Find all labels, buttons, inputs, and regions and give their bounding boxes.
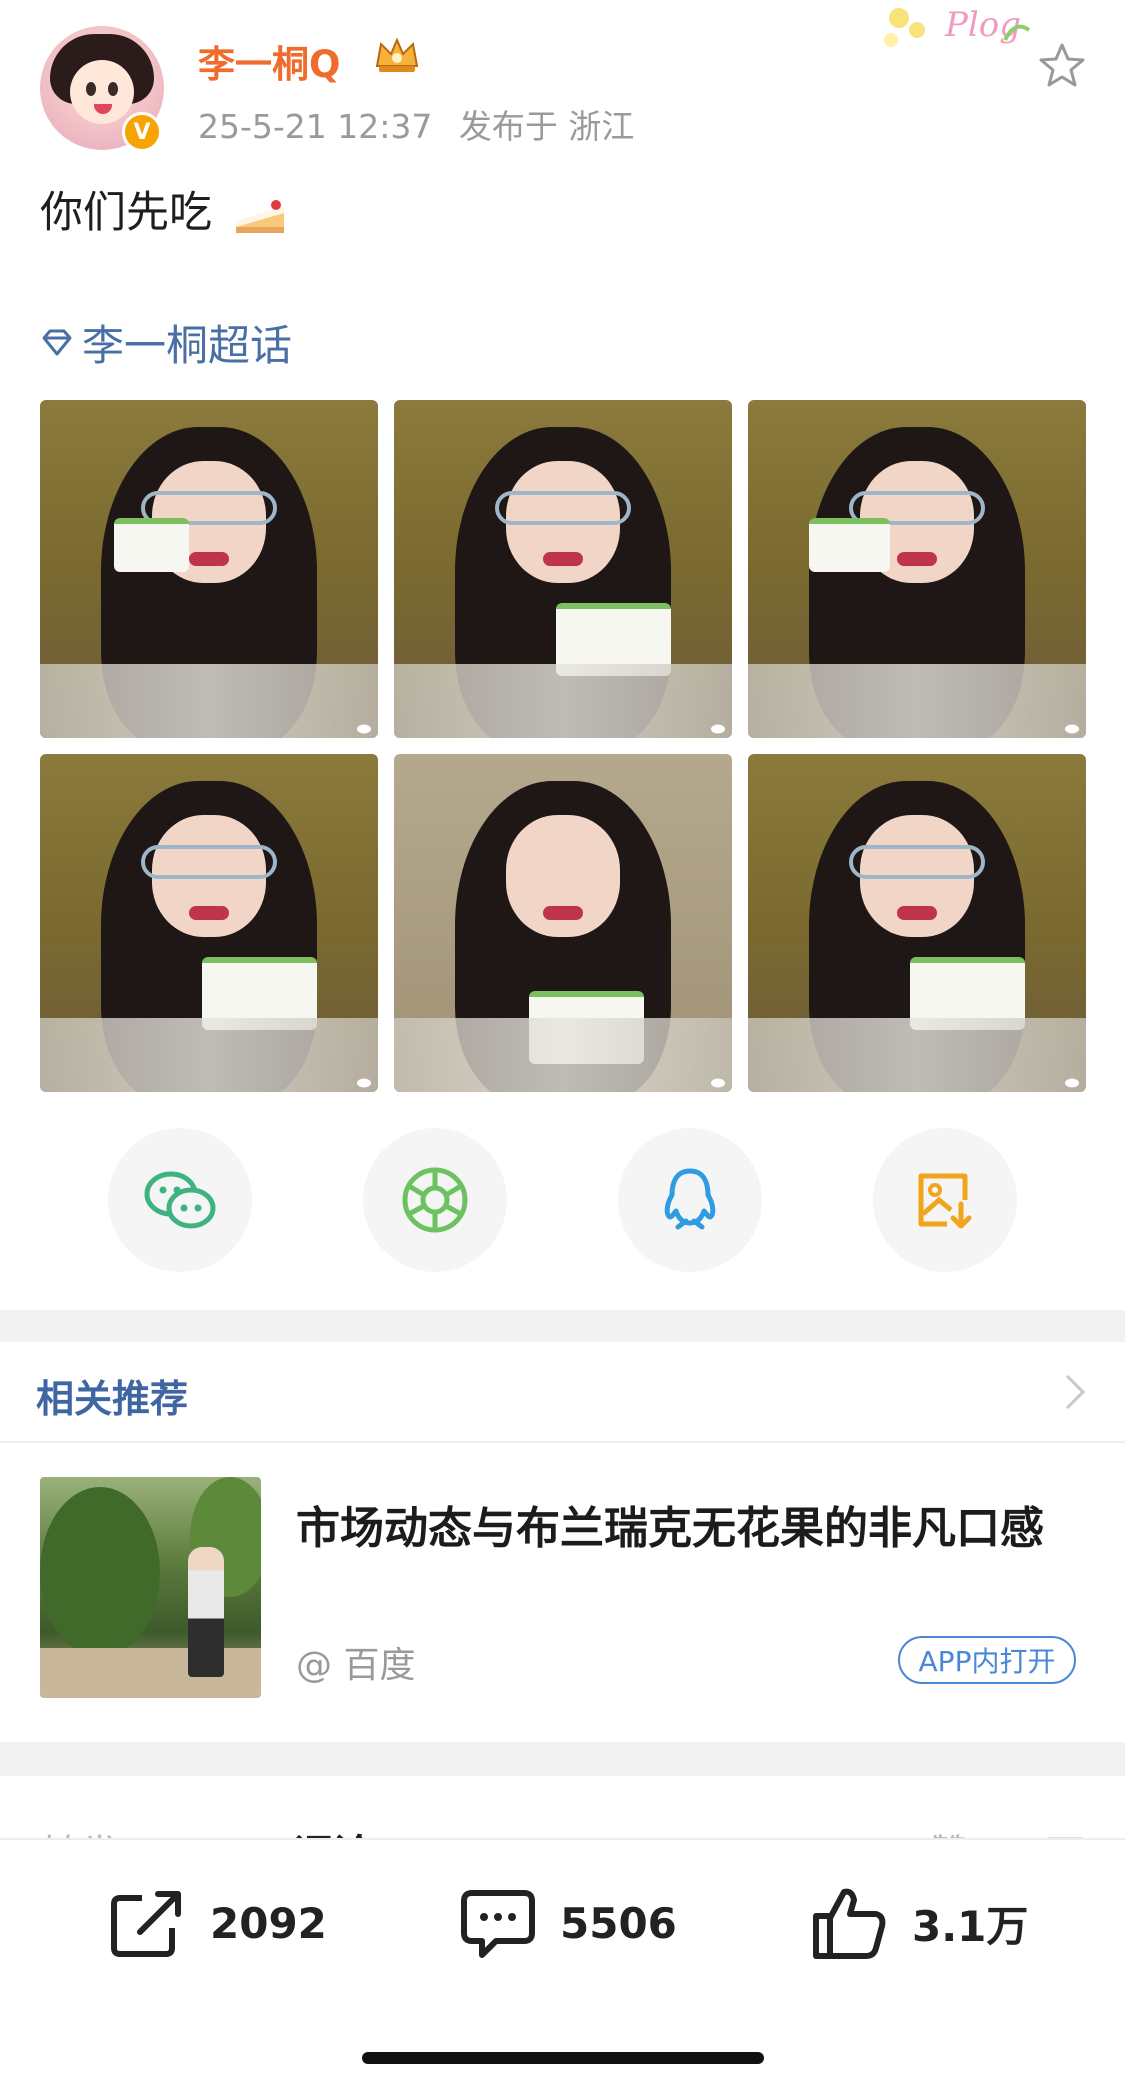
post-timestamp: 25-5-21 12:37 <box>198 107 433 146</box>
related-thumbnail[interactable] <box>40 1477 261 1698</box>
svg-text:Plog: Plog <box>944 5 1021 45</box>
post-location: 发布于 浙江 <box>458 107 635 146</box>
home-indicator[interactable] <box>362 2052 764 2064</box>
save-image-icon <box>918 1173 972 1229</box>
photo-5[interactable] <box>394 754 732 1092</box>
like-count: 3.1万 <box>912 1901 1029 1951</box>
verified-badge-icon: V <box>122 112 162 152</box>
cake-emoji-icon <box>235 199 284 233</box>
comment-count: 5506 <box>560 1898 677 1948</box>
related-title: 相关推荐 <box>36 1377 189 1421</box>
save-image-button[interactable] <box>873 1128 1017 1272</box>
like-button[interactable]: 3.1万 <box>812 1888 1029 1959</box>
watermark-icon <box>711 724 725 734</box>
plog-sticker-icon: Plog <box>884 5 1031 47</box>
open-in-app-button[interactable]: APP内打开 <box>898 1636 1076 1684</box>
username[interactable]: 李一桐Q <box>198 34 340 88</box>
topic-label: 李一桐超话 <box>82 321 293 370</box>
repost-icon <box>111 1891 181 1957</box>
photo-4[interactable] <box>40 754 378 1092</box>
share-qq-button[interactable] <box>618 1128 762 1272</box>
watermark-icon <box>1065 724 1079 734</box>
topic-link[interactable]: 李一桐超话 <box>40 312 292 373</box>
watermark-icon <box>1065 1078 1079 1088</box>
post-text-content: 你们先吃 <box>40 188 212 238</box>
chevron-right-icon[interactable] <box>1063 1372 1087 1412</box>
divider <box>0 1441 1125 1443</box>
repost-button[interactable]: 2092 <box>110 1888 327 1958</box>
repost-count: 2092 <box>210 1898 327 1948</box>
thumbs-up-icon <box>813 1888 886 1959</box>
section-divider <box>0 1310 1125 1342</box>
share-wechat-button[interactable] <box>108 1128 252 1272</box>
comment-button[interactable]: 5506 <box>460 1888 677 1958</box>
photo-grid <box>40 400 1086 1092</box>
stats-tabs: 转发 2092 评论 5506 赞 3.1万 <box>0 1776 1125 1840</box>
watermark-icon <box>711 1078 725 1088</box>
post-text: 你们先吃 <box>40 178 288 240</box>
photo-3[interactable] <box>748 400 1086 738</box>
comment-icon <box>461 1890 535 1958</box>
photo-6[interactable] <box>748 754 1086 1092</box>
qq-icon <box>664 1168 716 1230</box>
share-moments-button[interactable] <box>363 1128 507 1272</box>
crown-badge-icon <box>375 37 419 72</box>
diamond-icon <box>42 329 72 355</box>
wechat-icon <box>144 1171 216 1229</box>
favorite-star-icon[interactable] <box>1037 40 1087 90</box>
related-headline[interactable]: 市场动态与布兰瑞克无花果的非凡口感 <box>296 1496 1076 1562</box>
watermark-icon <box>357 724 371 734</box>
bottom-bar-divider <box>0 1838 1125 1840</box>
photo-1[interactable] <box>40 400 378 738</box>
photo-2[interactable] <box>394 400 732 738</box>
post-meta: 25-5-21 12:37 发布于 浙江 <box>198 100 634 148</box>
moments-icon <box>402 1167 468 1233</box>
related-source: @ 百度 <box>296 1645 416 1686</box>
section-divider <box>0 1742 1125 1776</box>
watermark-icon <box>357 1078 371 1088</box>
